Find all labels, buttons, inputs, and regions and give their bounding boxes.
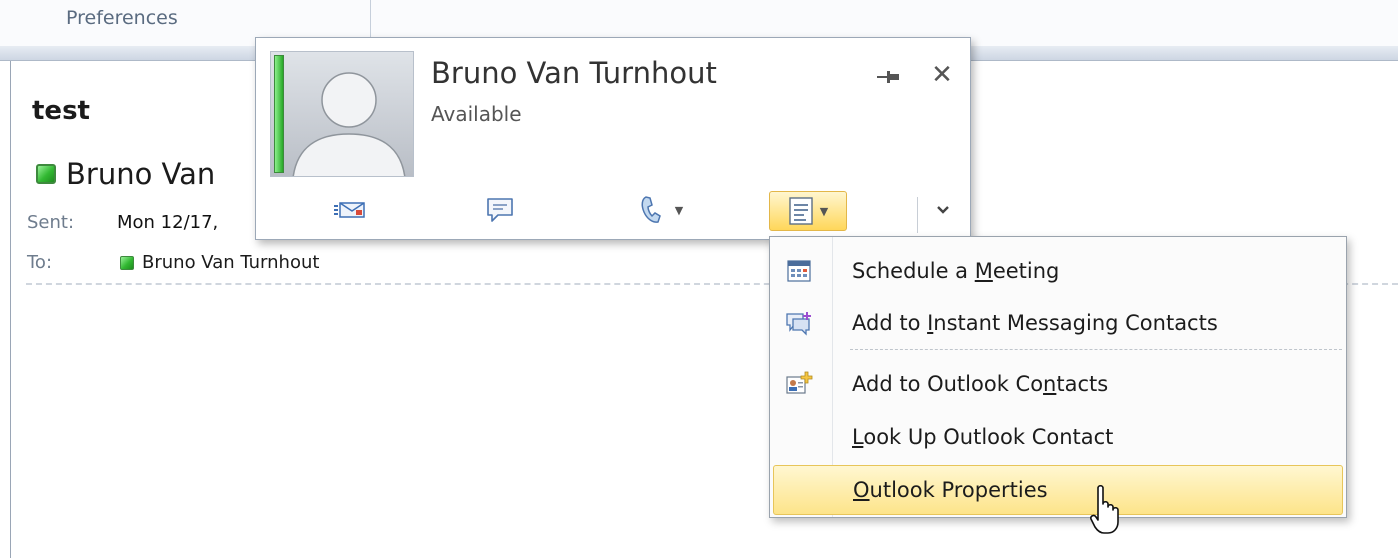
menu-item-schedule-meeting[interactable]: Schedule a Meeting [773, 246, 1343, 296]
presence-available-icon [36, 164, 56, 184]
sent-value: Mon 12/17, [117, 212, 219, 233]
menu-item-add-im-contacts[interactable]: Add to Instant Messaging Contacts [773, 298, 1343, 348]
contact-status: Available [431, 102, 522, 126]
to-recipient-name[interactable]: Bruno Van Turnhout [142, 252, 319, 273]
instant-message-button[interactable] [480, 191, 520, 229]
email-icon [334, 202, 365, 218]
menu-item-label: Add to Instant Messaging Contacts [852, 311, 1218, 335]
menu-item-add-outlook-contacts[interactable]: Add to Outlook Contacts [773, 359, 1343, 409]
sender-name[interactable]: Bruno Van [66, 157, 215, 191]
expand-icon [937, 206, 949, 214]
menu-item-label: Outlook Properties [853, 478, 1048, 502]
ribbon-group-label: Preferences [66, 7, 178, 29]
chevron-down-icon[interactable]: ▼ [820, 205, 828, 218]
menu-item-label: Schedule a Meeting [852, 259, 1060, 283]
menu-item-label: Add to Outlook Contacts [852, 372, 1109, 396]
expand-card-button[interactable] [930, 191, 956, 229]
pin-icon [877, 71, 899, 83]
presence-available-icon [120, 255, 134, 270]
presence-bar [274, 55, 284, 173]
menu-item-look-up-contact[interactable]: Look Up Outlook Contact [773, 412, 1343, 462]
email-button[interactable] [328, 191, 372, 229]
hand-pointer-cursor-icon [1090, 484, 1119, 534]
im-icon [487, 198, 513, 222]
contact-card: Bruno Van Turnhout Available ✕ ▼ ▼ [255, 37, 971, 240]
calendar-icon [779, 251, 819, 291]
ribbon-separator [370, 0, 371, 40]
menu-separator [850, 349, 1342, 350]
close-button[interactable]: ✕ [929, 62, 955, 88]
contact-name: Bruno Van Turnhout [431, 56, 717, 90]
im-add-icon [779, 303, 819, 343]
to-label: To: [27, 252, 53, 273]
schedule-meeting-button[interactable]: ▼ [769, 191, 847, 231]
to-recipient[interactable]: Bruno Van Turnhout [120, 252, 319, 273]
chevron-down-icon[interactable]: ▼ [675, 204, 683, 217]
phone-icon [641, 196, 661, 223]
contact-photo [270, 51, 414, 177]
contact-add-icon [779, 364, 819, 404]
schedule-context-menu: Schedule a Meeting Add to Instant Messag… [769, 236, 1347, 518]
card-action-bar: ▼ ▼ [256, 183, 972, 239]
schedule-meeting-icon [789, 197, 813, 225]
close-icon: ✕ [931, 60, 953, 90]
sender-row[interactable]: Bruno Van [36, 156, 215, 192]
action-separator [917, 197, 918, 233]
person-silhouette-icon [292, 72, 406, 176]
sent-label: Sent: [27, 212, 75, 233]
menu-item-label: Look Up Outlook Contact [852, 425, 1114, 449]
message-subject: test [32, 96, 90, 126]
menu-item-outlook-properties[interactable]: Outlook Properties [773, 465, 1343, 515]
pin-button[interactable] [876, 64, 902, 90]
call-button[interactable]: ▼ [624, 191, 698, 229]
